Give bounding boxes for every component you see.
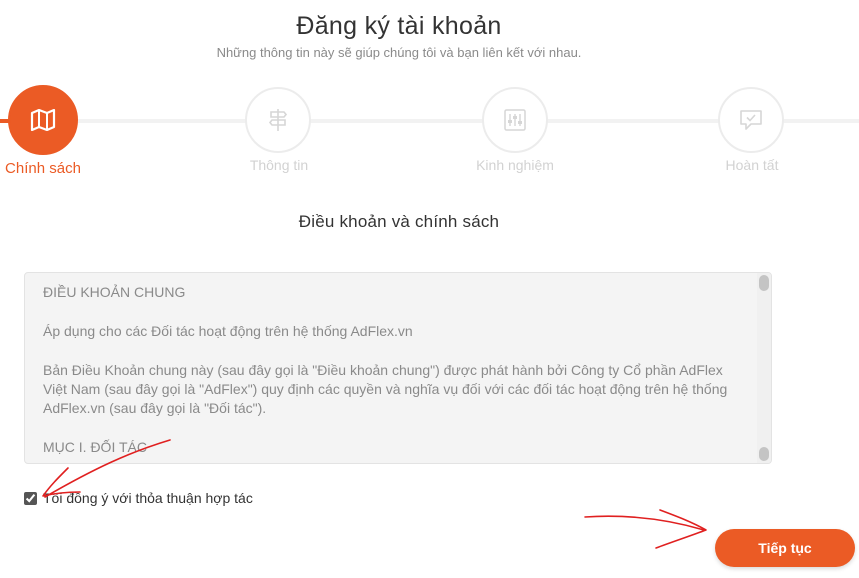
scrollbar-thumb[interactable] [759, 275, 769, 291]
terms-scroll-box[interactable]: ĐIỀU KHOẢN CHUNG Áp dụng cho các Đối tác… [24, 272, 772, 464]
step-label-experience: Kinh nghiệm [476, 157, 554, 173]
terms-heading: ĐIỀU KHOẢN CHUNG [43, 284, 186, 300]
section-title: Điều khoản và chính sách [298, 212, 500, 231]
agree-checkbox[interactable] [24, 491, 37, 505]
page-subtitle: Những thông tin này sẽ giúp chúng tôi và… [216, 45, 582, 60]
chat-check-icon [739, 109, 763, 131]
sliders-icon [504, 109, 526, 131]
signpost-icon [268, 108, 288, 132]
map-icon [30, 109, 56, 131]
next-button[interactable]: Tiếp tục [715, 529, 855, 567]
step-complete[interactable] [718, 87, 784, 153]
step-experience[interactable] [482, 87, 548, 153]
page-title: Đăng ký tài khoản [296, 12, 502, 40]
step-info[interactable] [245, 87, 311, 153]
agree-row[interactable]: Tôi đồng ý với thỏa thuận hợp tác [24, 490, 253, 506]
step-policy[interactable] [8, 85, 78, 155]
scrollbar-end [759, 447, 769, 461]
terms-scrollbar[interactable] [757, 273, 771, 463]
terms-section-heading: MỤC I. ĐỐI TÁC [43, 439, 147, 455]
annotation-arrow-to-button [584, 515, 705, 531]
agree-label: Tôi đồng ý với thỏa thuận hợp tác [43, 490, 253, 506]
step-label-complete: Hoàn tất [725, 157, 779, 173]
terms-paragraph: Bản Điều Khoản chung này (sau đây gọi là… [43, 362, 728, 416]
step-label-info: Thông tin [249, 157, 309, 173]
terms-paragraph: Áp dụng cho các Đối tác hoạt động trên h… [43, 323, 413, 339]
step-label-policy: Chính sách [5, 160, 81, 177]
